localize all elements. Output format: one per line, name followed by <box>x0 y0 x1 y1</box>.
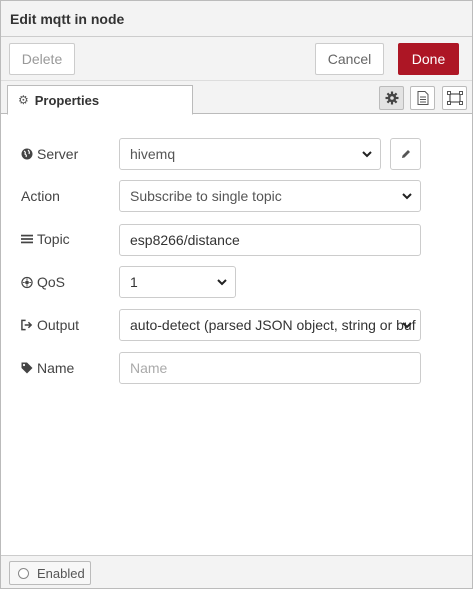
description-tab-button[interactable] <box>410 86 435 110</box>
properties-tab-button[interactable] <box>379 86 404 110</box>
gear-icon: ⚙ <box>18 93 29 107</box>
server-value: hivemq <box>130 146 176 162</box>
topic-label-text: Topic <box>37 231 70 247</box>
tasks-icon <box>21 234 33 244</box>
name-placeholder: Name <box>130 360 168 376</box>
qos-label-text: QoS <box>37 274 66 290</box>
output-select[interactable]: auto-detect (parsed JSON object, string … <box>119 309 421 341</box>
description-icon <box>417 91 428 105</box>
server-select[interactable]: hivemq <box>119 138 381 170</box>
sign-out-icon <box>21 319 33 331</box>
chevron-down-icon <box>402 193 412 200</box>
name-label-text: Name <box>37 360 75 376</box>
tab-properties[interactable]: ⚙ Properties <box>7 85 193 115</box>
server-label-text: Server <box>37 146 79 162</box>
globe-icon <box>21 148 33 160</box>
delete-button[interactable]: Delete <box>9 43 75 75</box>
enabled-toggle[interactable]: Enabled <box>9 561 91 585</box>
topic-label: Topic <box>21 229 70 249</box>
done-button[interactable]: Done <box>398 43 459 75</box>
chevron-down-icon <box>217 279 227 286</box>
enabled-label: Enabled <box>37 565 85 581</box>
topic-input[interactable]: esp8266/distance <box>119 224 421 256</box>
tabs-bar: ⚙ Properties <box>1 81 472 115</box>
tab-properties-label: Properties <box>34 92 100 108</box>
action-label-text: Action <box>21 188 60 204</box>
output-label-text: Output <box>37 317 80 333</box>
qos-label: QoS <box>21 272 65 292</box>
tray-footer: Enabled <box>1 555 472 588</box>
appearance-tab-button[interactable] <box>442 86 467 110</box>
output-value: auto-detect (parsed JSON object, string … <box>130 317 416 333</box>
gear-icon <box>385 91 398 105</box>
action-value: Subscribe to single topic <box>130 188 282 204</box>
output-label: Output <box>21 315 79 335</box>
qos-icon <box>21 276 33 289</box>
pencil-icon <box>401 150 410 158</box>
chevron-down-icon <box>402 322 412 329</box>
chevron-down-icon <box>362 151 372 158</box>
edit-node-tray: Edit mqtt in node Delete Cancel Done ⚙ P… <box>0 0 473 589</box>
circle-icon <box>18 567 29 579</box>
topic-value: esp8266/distance <box>130 232 240 248</box>
qos-select[interactable]: 1 <box>119 266 236 298</box>
name-input[interactable]: Name <box>119 352 421 384</box>
tag-icon <box>21 362 33 374</box>
qos-value: 1 <box>130 274 138 290</box>
action-label: Action <box>21 186 60 206</box>
tray-title: Edit mqtt in node <box>1 1 472 37</box>
appearance-icon <box>446 91 463 105</box>
action-select[interactable]: Subscribe to single topic <box>119 180 421 212</box>
edit-server-button[interactable] <box>390 138 421 170</box>
server-label: Server <box>21 144 78 164</box>
cancel-button[interactable]: Cancel <box>315 43 384 75</box>
name-label: Name <box>21 358 74 378</box>
tray-toolbar: Delete Cancel Done <box>1 37 472 81</box>
